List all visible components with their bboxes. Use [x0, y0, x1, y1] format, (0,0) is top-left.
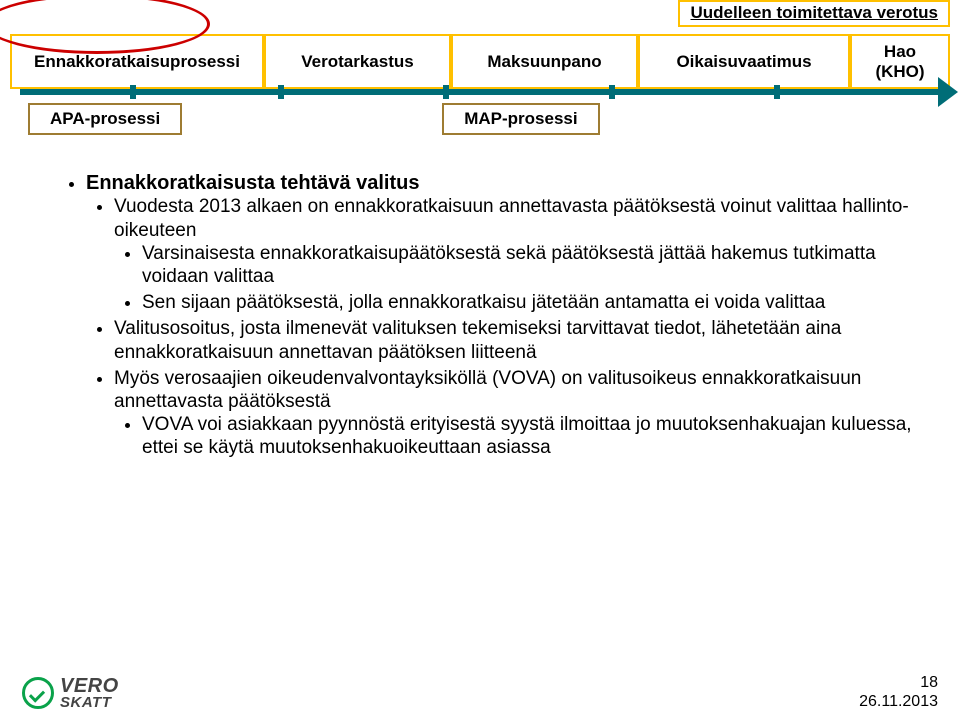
logo-text-skatt: SKATT: [60, 694, 119, 711]
slide-date: 26.11.2013: [859, 692, 938, 711]
timeline-arrow: [20, 89, 940, 95]
sub-process-row: APA-prosessi MAP-prosessi: [10, 95, 950, 143]
stage-hao: Hao (KHO): [850, 34, 950, 89]
stage-maksuunpano: Maksuunpano: [451, 34, 638, 89]
page-meta: 18 26.11.2013: [859, 673, 938, 711]
retitle-box: Uudelleen toimitettava verotus: [678, 0, 950, 27]
map-box: MAP-prosessi: [442, 103, 599, 135]
apa-box: APA-prosessi: [28, 103, 182, 135]
bullet: Myös verosaajien oikeudenvalvontayksiköl…: [114, 367, 920, 460]
main-content: Ennakkoratkaisusta tehtävä valitus Vuode…: [0, 163, 960, 459]
stage-row: Ennakkoratkaisuprosessi Verotarkastus Ma…: [10, 34, 950, 89]
process-timeline: Uudelleen toimitettava verotus Ennakkora…: [0, 0, 960, 163]
bullet: Sen sijaan päätöksestä, jolla ennakkorat…: [142, 291, 920, 314]
vero-logo: VERO SKATT: [22, 675, 119, 711]
stage-verotarkastus: Verotarkastus: [264, 34, 451, 89]
content-title: Ennakkoratkaisusta tehtävä valitus Vuode…: [86, 171, 920, 459]
stage-oikaisuvaatimus: Oikaisuvaatimus: [638, 34, 850, 89]
bullet: Vuodesta 2013 alkaen on ennakkoratkaisuu…: [114, 195, 920, 314]
slide-footer: VERO SKATT 18 26.11.2013: [0, 673, 960, 711]
checkmark-icon: [22, 677, 54, 709]
bullet: Varsinaisesta ennakkoratkaisupäätöksestä…: [142, 242, 920, 288]
bullet: VOVA voi asiakkaan pyynnöstä erityisestä…: [142, 413, 920, 459]
stage-ennakko: Ennakkoratkaisuprosessi: [10, 34, 264, 89]
page-number: 18: [859, 673, 938, 692]
bullet: Valitusosoitus, josta ilmenevät valituks…: [114, 317, 920, 363]
